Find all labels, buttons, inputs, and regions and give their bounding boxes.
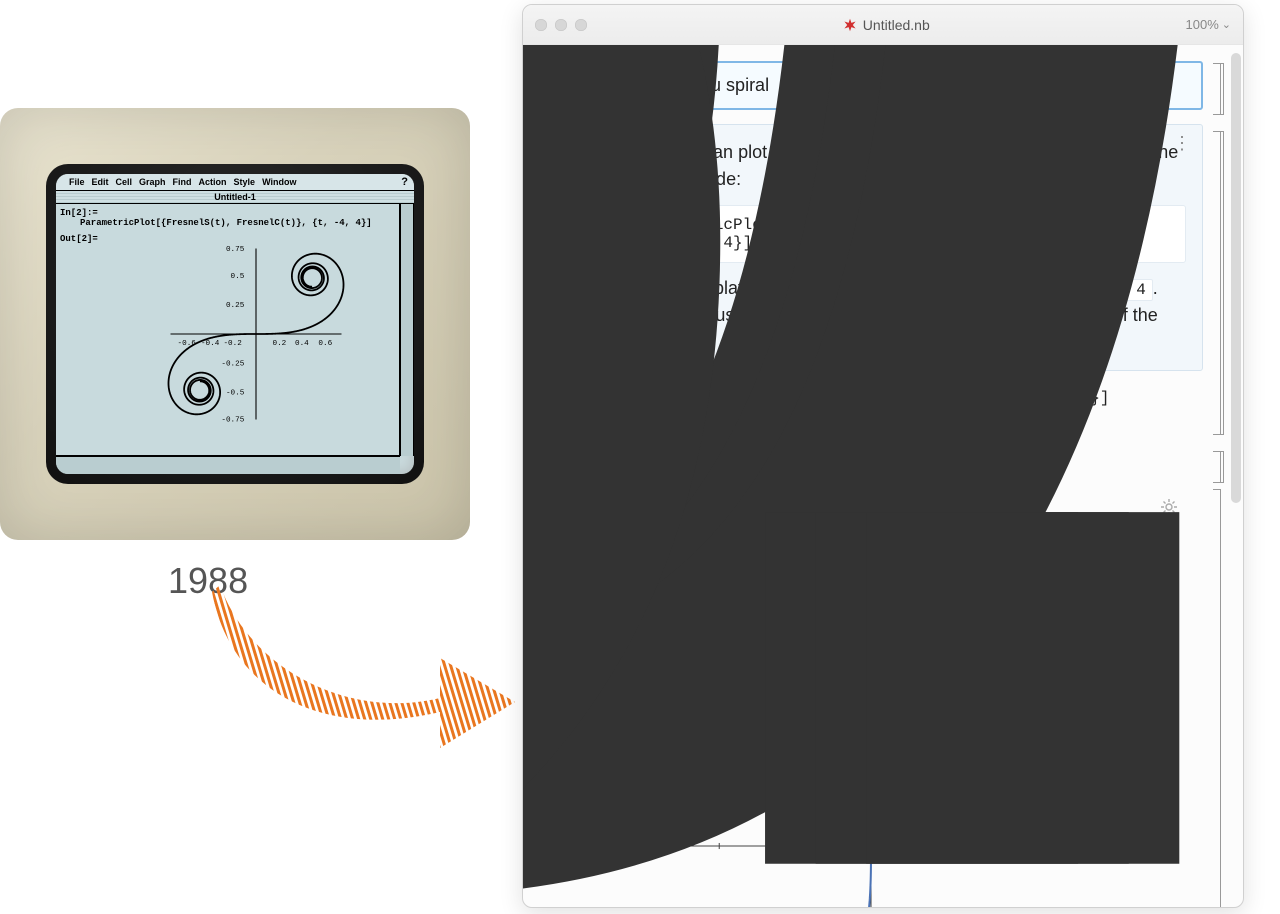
window-controls[interactable] xyxy=(535,19,587,31)
maximize-icon[interactable] xyxy=(575,19,587,31)
svg-text:-0.5: -0.5 xyxy=(226,389,245,397)
svg-text:0.25: 0.25 xyxy=(226,302,245,310)
legacy-in-label: In[2]:= xyxy=(60,208,98,218)
window-titlebar[interactable]: Untitled.nb 100% ⌄ xyxy=(523,5,1243,45)
legacy-plot: -0.6 -0.4-0.2 0.2 0.4 0.6 0.5 0.25 -0.25 -0.5… xyxy=(146,244,366,424)
svg-text:-0.6: -0.6 xyxy=(178,340,197,348)
svg-text:0.5: 0.5 xyxy=(231,273,245,281)
legacy-out-label: Out[2]= xyxy=(60,234,98,244)
arrow-icon xyxy=(210,580,520,750)
zoom-control[interactable]: 100% ⌄ xyxy=(1186,17,1231,32)
menu-cell: Cell xyxy=(116,177,133,187)
svg-text:-0.75: -0.75 xyxy=(221,416,244,424)
legacy-window-title: Untitled-1 xyxy=(56,191,414,204)
output-plot: −0.6−0.4−0.2 0.20.40.6 0.5 −0.5 xyxy=(591,631,1151,907)
svg-text:-0.4: -0.4 xyxy=(201,340,220,348)
menu-edit: Edit xyxy=(92,177,109,187)
svg-text:-0.25: -0.25 xyxy=(221,361,244,369)
zoom-value: 100% xyxy=(1186,17,1219,32)
legacy-notebook-body: In[2]:= ParametricPlot[{FresnelS(t), Fre… xyxy=(56,204,400,456)
menu-style: Style xyxy=(234,177,256,187)
menu-find: Find xyxy=(173,177,192,187)
close-icon[interactable] xyxy=(535,19,547,31)
svg-text:0.6: 0.6 xyxy=(318,340,332,348)
svg-text:0.2: 0.2 xyxy=(273,340,287,348)
menu-action: Action xyxy=(199,177,227,187)
menu-file: File xyxy=(69,177,85,187)
svg-text:−0.5: −0.5 xyxy=(523,45,858,907)
svg-text:-0.2: -0.2 xyxy=(223,340,242,348)
wolfram-file-icon xyxy=(843,18,857,32)
menu-window: Window xyxy=(262,177,296,187)
legacy-in-code: ParametricPlot[{FresnelS(t), FresnelC(t)… xyxy=(80,218,395,228)
menu-graph: Graph xyxy=(139,177,166,187)
vintage-mac-photo: File Edit Cell Graph Find Action Style W… xyxy=(0,108,470,540)
crt-bezel: File Edit Cell Graph Find Action Style W… xyxy=(46,164,424,484)
svg-text:0.75: 0.75 xyxy=(226,246,245,254)
help-icon: ? xyxy=(401,176,408,188)
svg-text:0.4: 0.4 xyxy=(295,340,309,348)
crt-screen: File Edit Cell Graph Find Action Style W… xyxy=(56,174,414,474)
notebook-window: Untitled.nb 100% ⌄ Plot a Cornu s xyxy=(522,4,1244,908)
chevron-down-icon: ⌄ xyxy=(1222,18,1231,31)
legacy-menubar: File Edit Cell Graph Find Action Style W… xyxy=(56,174,414,191)
legacy-scrollbar-vertical xyxy=(400,204,414,456)
window-title: Untitled.nb xyxy=(863,17,930,33)
legacy-scrollbar-horizontal xyxy=(56,456,400,474)
minimize-icon[interactable] xyxy=(555,19,567,31)
